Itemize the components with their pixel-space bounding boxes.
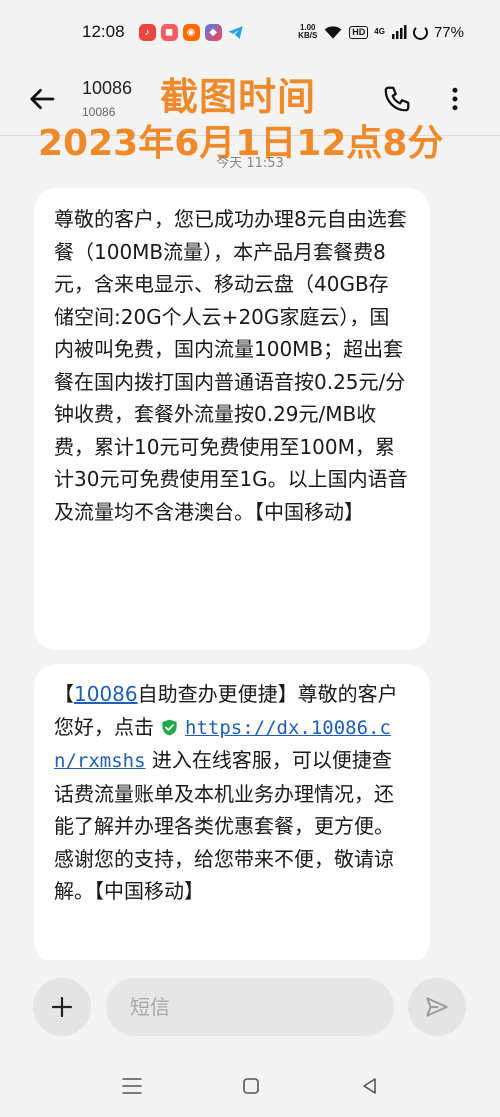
status-time: 12:08 (82, 22, 125, 41)
colorful-app-icon: ◆ (204, 23, 222, 41)
back-triangle-icon[interactable] (360, 1076, 380, 1096)
wifi-icon (324, 26, 342, 39)
signal-label: 4G (374, 27, 385, 36)
battery-percent: 77% (433, 23, 464, 41)
sms-input[interactable] (106, 978, 394, 1036)
phone-number-link[interactable]: 10086 (74, 682, 138, 706)
telegram-app-icon (227, 24, 244, 41)
screenshot-time-watermark-title: 截图时间 (160, 75, 317, 119)
message-prefix: 【 (54, 682, 74, 706)
send-icon (426, 997, 448, 1017)
notification-icons: ♪ ◼ ◉ ◆ (138, 23, 244, 41)
status-right: 1.00 KB/S HD 4G 77% (298, 24, 464, 41)
signal-icon (391, 25, 407, 39)
home-icon[interactable] (241, 1076, 261, 1096)
phone-icon[interactable] (382, 84, 412, 114)
compose-bar (0, 960, 500, 1056)
network-speed: 1.00 KB/S (298, 24, 317, 40)
send-button[interactable] (408, 978, 466, 1036)
back-arrow-icon[interactable] (28, 84, 58, 114)
system-nav-bar (0, 1056, 500, 1117)
battery-icon (412, 24, 428, 40)
menu-icon[interactable] (120, 1076, 144, 1096)
message-date-label: 今天 11:53 (216, 156, 284, 171)
hd-badge: HD (349, 25, 369, 39)
shopping-app-icon: ◼ (160, 23, 178, 41)
message-text: 尊敬的客户，您已成功办理8元自由选套餐（100MB流量），本产品月套餐费8元，含… (54, 207, 408, 524)
net-speed-unit: KB/S (298, 31, 318, 40)
music-app-icon: ♪ (138, 23, 156, 41)
status-bar: 12:08 ♪ ◼ ◉ ◆ 1.00 KB/S HD 4G 77% (0, 0, 500, 64)
plus-icon (51, 996, 73, 1018)
more-vertical-icon[interactable] (440, 84, 470, 114)
message-bubble[interactable]: 【10086自助查办更便捷】尊敬的客户您好，点击 https://dx.1008… (34, 664, 430, 964)
taobao-app-icon: ◉ (182, 23, 200, 41)
contact-name: 10086 (82, 78, 133, 98)
attach-button[interactable] (33, 978, 91, 1036)
shield-check-icon (162, 719, 177, 735)
message-bubble[interactable]: 尊敬的客户，您已成功办理8元自由选套餐（100MB流量），本产品月套餐费8元，含… (34, 188, 430, 650)
